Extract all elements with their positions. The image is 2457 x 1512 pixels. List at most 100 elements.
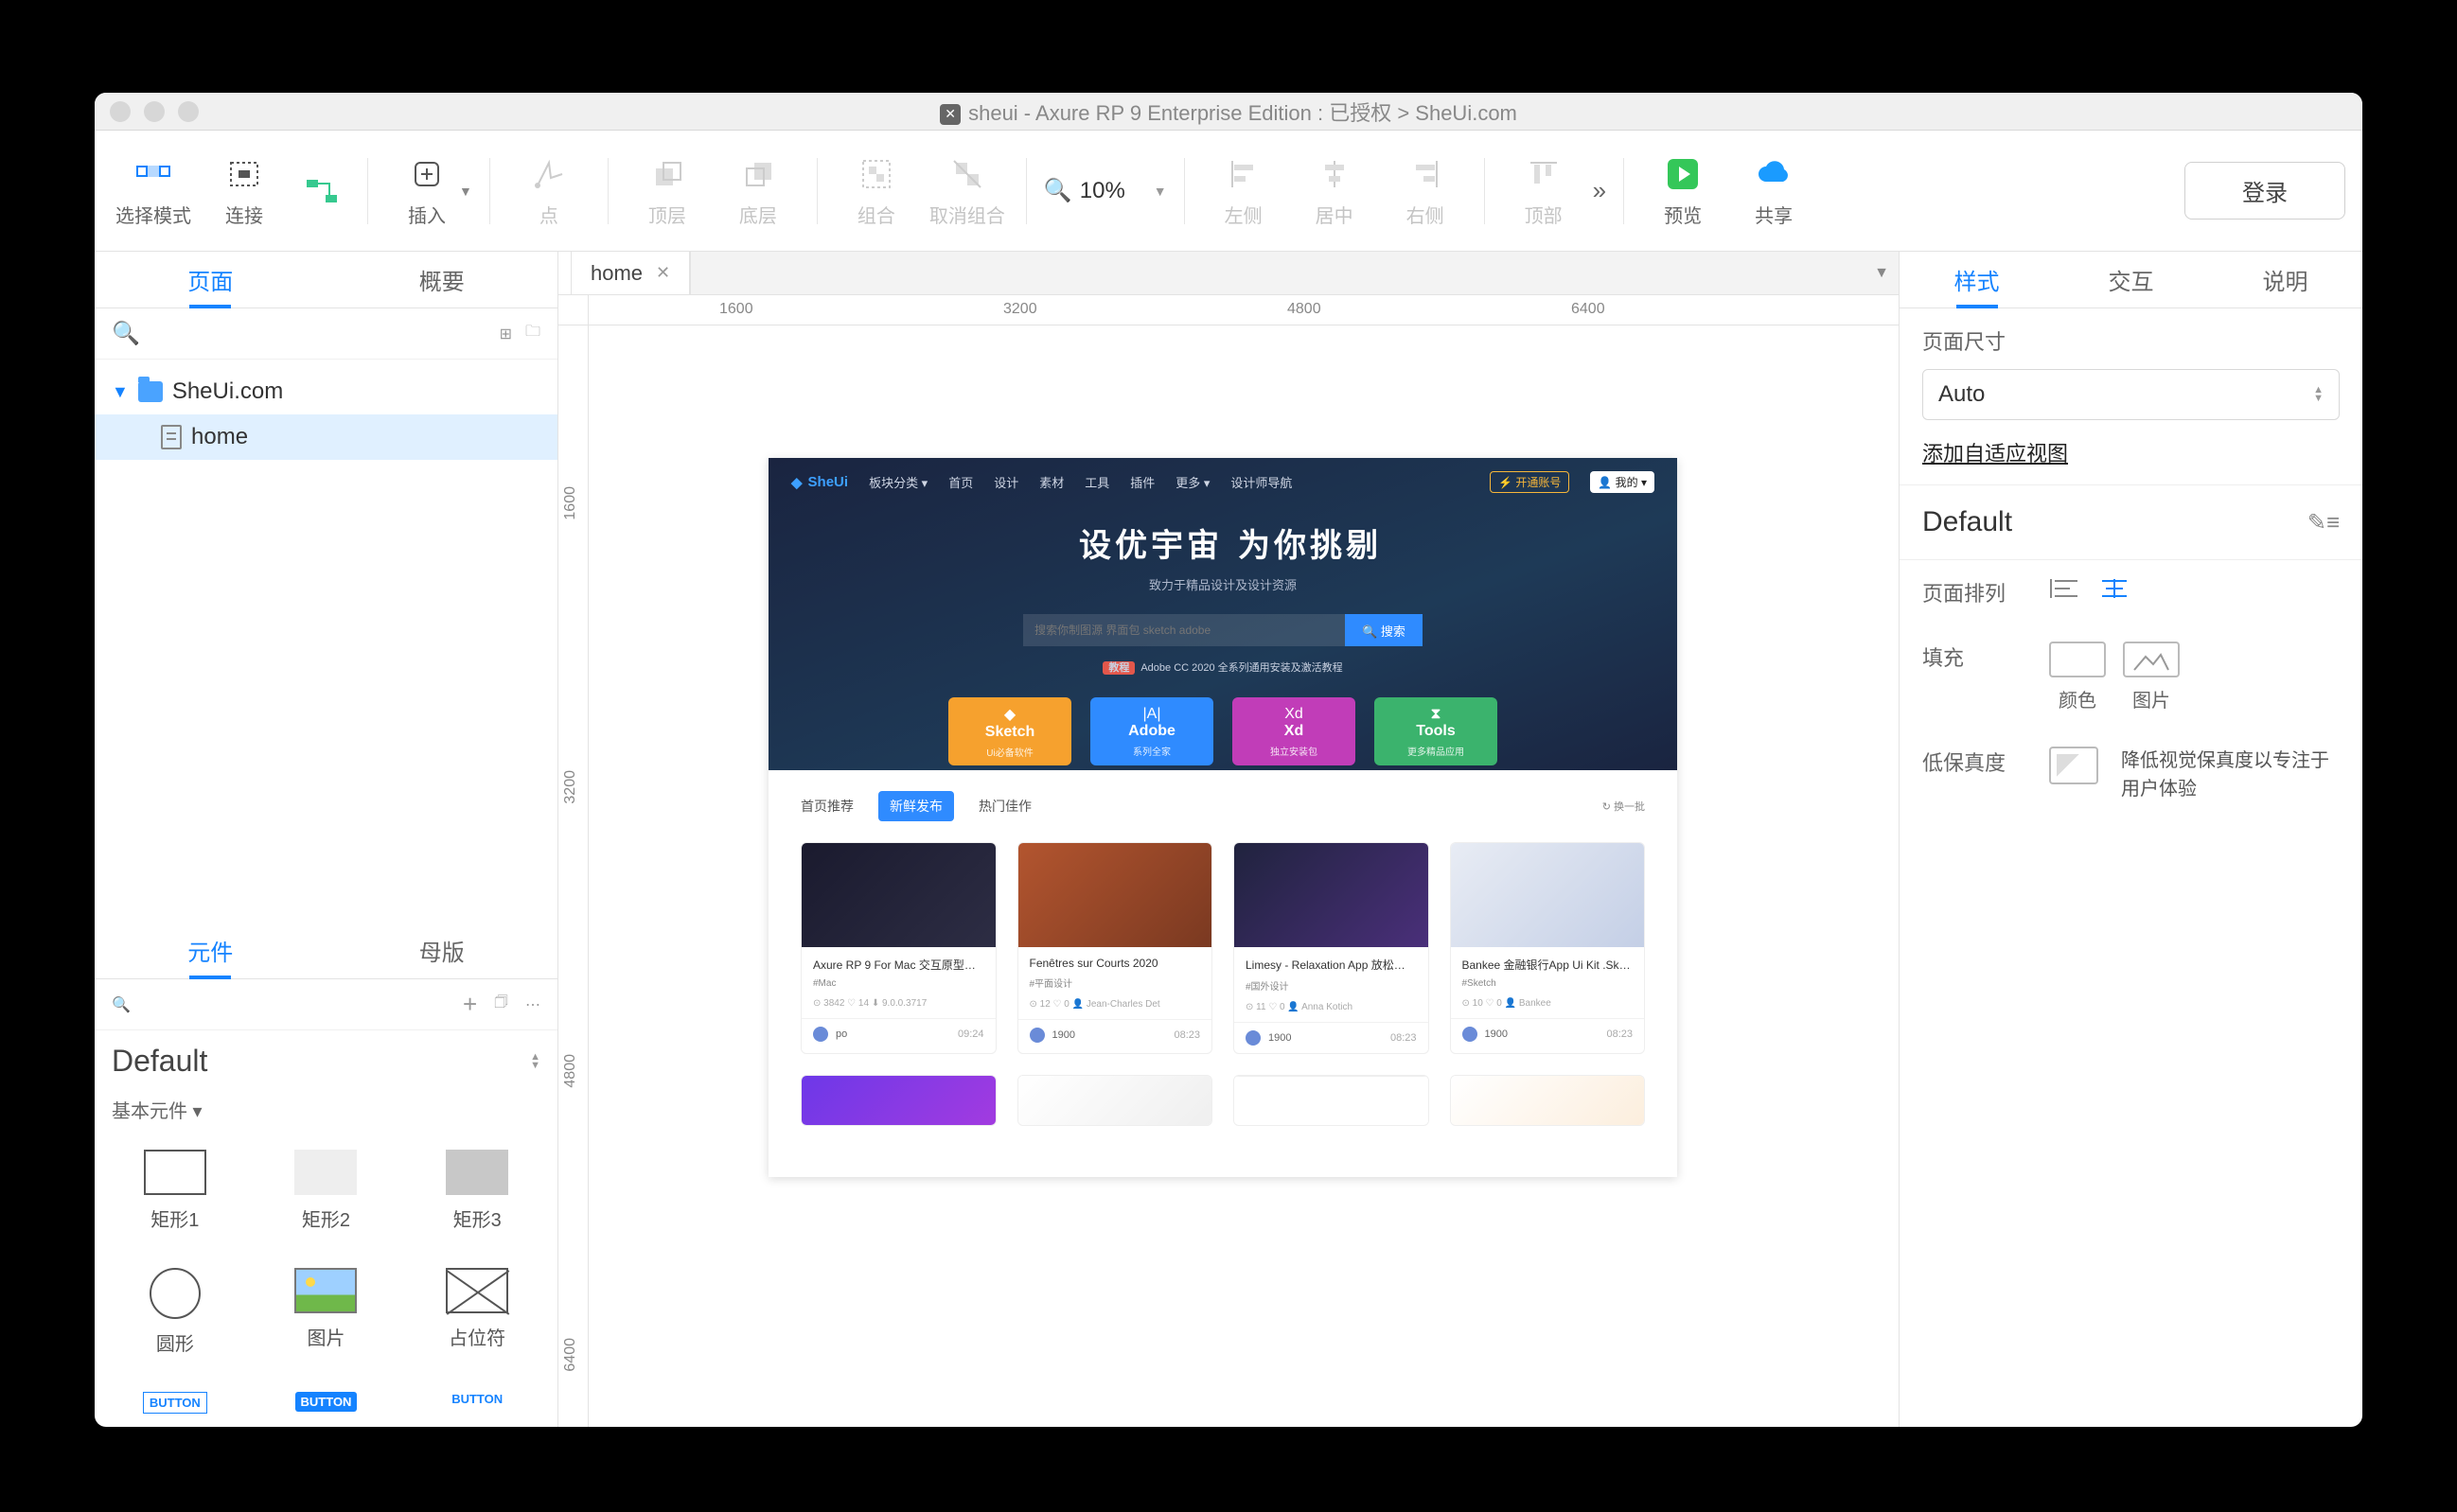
hero-search-btn: 🔍 搜索 — [1345, 614, 1423, 646]
tool-preview[interactable]: 预览 — [1641, 153, 1724, 228]
app-window: ✕sheui - Axure RP 9 Enterprise Edition :… — [95, 93, 2362, 1427]
pages-search-row: 🔍 ⊞ 🗀 — [95, 308, 557, 360]
align-center-option[interactable] — [2098, 577, 2130, 600]
zoom-control[interactable]: 🔍 ▼ — [1044, 177, 1167, 204]
tree-page-home[interactable]: home — [95, 414, 557, 460]
updown-icon: ▲▼ — [2313, 386, 2324, 403]
ruler-vertical: 1600 3200 4800 6400 — [558, 325, 589, 1427]
left-panel: 页面 概要 🔍 ⊞ 🗀 ▼ SheUi.com home — [95, 252, 558, 1427]
canvas-area: home ✕ ▼ 1600 3200 4800 6400 1600 3200 4… — [558, 252, 1899, 1427]
fill-color-option[interactable]: 颜色 — [2049, 642, 2106, 712]
widget-rect3[interactable]: 矩形3 — [406, 1136, 548, 1245]
widget-image[interactable]: 图片 — [256, 1255, 398, 1369]
ruler-horizontal: 1600 3200 4800 6400 — [558, 295, 1899, 325]
toolbar: 选择模式 连接 插入 ▼ 点 顶层 底层 组合 取消组合 🔍 ▼ 左侧 居中 — [95, 131, 2362, 252]
canvas[interactable]: ◆ SheUi 板块分类 ▾首页设计 素材工具插件 更多 ▾设计师导航 ⚡ 开通… — [589, 325, 1899, 1427]
toolbar-overflow[interactable]: » — [1593, 176, 1606, 205]
connect-icon — [301, 170, 343, 212]
chevron-down-icon[interactable]: ▼ — [459, 184, 472, 199]
align-top-icon — [1523, 153, 1564, 195]
widget-circle[interactable]: 圆形 — [104, 1255, 246, 1369]
tab-style[interactable]: 样式 — [1900, 252, 2054, 308]
lofi-desc: 降低视觉保真度以专注于用户体验 — [2121, 747, 2329, 803]
chevron-down-icon[interactable]: ▼ — [1874, 265, 1889, 282]
tool-align-left: 左侧 — [1202, 153, 1285, 228]
front-icon — [646, 153, 688, 195]
library-category[interactable]: 基本元件 ▾ — [95, 1092, 557, 1136]
fill-image-option[interactable]: 图片 — [2123, 642, 2180, 712]
page-icon — [161, 425, 182, 449]
tab-outline[interactable]: 概要 — [327, 252, 558, 308]
page-dim-label: 页面尺寸 — [1922, 325, 2340, 356]
align-center-icon — [1314, 153, 1355, 195]
window-title: ✕sheui - Axure RP 9 Enterprise Edition :… — [95, 97, 2362, 127]
widget-btn2[interactable]: BUTTON — [256, 1379, 398, 1427]
edit-icon[interactable]: ✎≡ — [2307, 509, 2340, 536]
point-icon — [528, 153, 570, 195]
tab-notes[interactable]: 说明 — [2208, 252, 2362, 308]
tool-select-alt[interactable]: 连接 — [203, 153, 286, 228]
insert-icon — [406, 153, 448, 195]
traffic-lights[interactable] — [110, 101, 199, 122]
folder-icon — [138, 381, 163, 402]
library-icon[interactable]: 🗇 — [494, 992, 508, 1017]
chevron-down-icon[interactable]: ▼ — [1154, 184, 1167, 199]
chevron-down-icon: ▼ — [112, 382, 129, 402]
align-left-option[interactable] — [2049, 577, 2081, 600]
tool-align-center: 居中 — [1293, 153, 1376, 228]
file-tab-home[interactable]: home ✕ — [572, 252, 690, 294]
add-page-icon[interactable]: ⊞ — [500, 325, 512, 343]
tab-masters[interactable]: 母版 — [327, 923, 558, 978]
max-dot[interactable] — [178, 101, 199, 122]
select-icon — [133, 153, 174, 195]
ungroup-icon — [946, 153, 988, 195]
select-contain-icon — [223, 153, 265, 195]
cloud-icon — [1753, 153, 1794, 195]
tool-group: 组合 — [835, 153, 918, 228]
search-icon[interactable]: 🔍 — [112, 320, 140, 347]
tab-interaction[interactable]: 交互 — [2054, 252, 2208, 308]
widget-rect1[interactable]: 矩形1 — [104, 1136, 246, 1245]
tool-share[interactable]: 共享 — [1732, 153, 1815, 228]
tree-folder[interactable]: ▼ SheUi.com — [95, 369, 557, 414]
zoom-input[interactable] — [1080, 178, 1146, 204]
style-name: Default — [1922, 506, 2012, 538]
brand-logo: ◆ SheUi — [791, 474, 848, 491]
right-panel: 样式 交互 说明 页面尺寸 Auto ▲▼ 添加自适应视图 Default ✎≡… — [1899, 252, 2362, 1427]
lofi-label: 低保真度 — [1922, 747, 2026, 777]
widget-btn1[interactable]: BUTTON — [104, 1379, 246, 1427]
min-dot[interactable] — [144, 101, 165, 122]
library-select[interactable]: Default ▲▼ — [95, 1030, 557, 1092]
file-tabs: home ✕ ▼ — [558, 252, 1899, 295]
more-icon[interactable]: ⋯ — [525, 995, 540, 1014]
login-button[interactable]: 登录 — [2184, 162, 2345, 220]
artboard[interactable]: ◆ SheUi 板块分类 ▾首页设计 素材工具插件 更多 ▾设计师导航 ⚡ 开通… — [769, 458, 1677, 1177]
widget-btn3[interactable]: BUTTON — [406, 1379, 548, 1427]
group-icon — [856, 153, 897, 195]
page-dim-select[interactable]: Auto ▲▼ — [1922, 369, 2340, 420]
back-icon — [737, 153, 779, 195]
tab-widgets[interactable]: 元件 — [95, 923, 327, 978]
lofi-toggle[interactable] — [2049, 747, 2098, 784]
close-icon[interactable]: ✕ — [656, 263, 670, 283]
close-dot[interactable] — [110, 101, 131, 122]
search-icon[interactable]: 🔍 — [112, 995, 131, 1014]
fill-label: 填充 — [1922, 642, 2026, 672]
widget-rect2[interactable]: 矩形2 — [256, 1136, 398, 1245]
tool-ungroup: 取消组合 — [926, 153, 1009, 228]
align-left-icon — [1223, 153, 1264, 195]
titlebar: ✕sheui - Axure RP 9 Enterprise Edition :… — [95, 93, 2362, 131]
search-icon: 🔍 — [1044, 177, 1072, 204]
tool-back: 底层 — [716, 153, 800, 228]
add-icon[interactable]: + — [463, 990, 477, 1019]
tab-pages[interactable]: 页面 — [95, 252, 327, 308]
widget-placeholder[interactable]: 占位符 — [406, 1255, 548, 1369]
add-folder-icon[interactable]: 🗀 — [525, 321, 540, 346]
pages-tree: ▼ SheUi.com home — [95, 360, 557, 469]
tool-insert[interactable]: 插入 — [385, 153, 468, 228]
add-adaptive-view[interactable]: 添加自适应视图 — [1922, 437, 2068, 467]
tool-point: 点 — [507, 153, 591, 228]
updown-icon: ▲▼ — [530, 1053, 540, 1070]
tool-connect[interactable] — [293, 170, 350, 212]
tool-select[interactable]: 选择模式 — [112, 153, 195, 228]
